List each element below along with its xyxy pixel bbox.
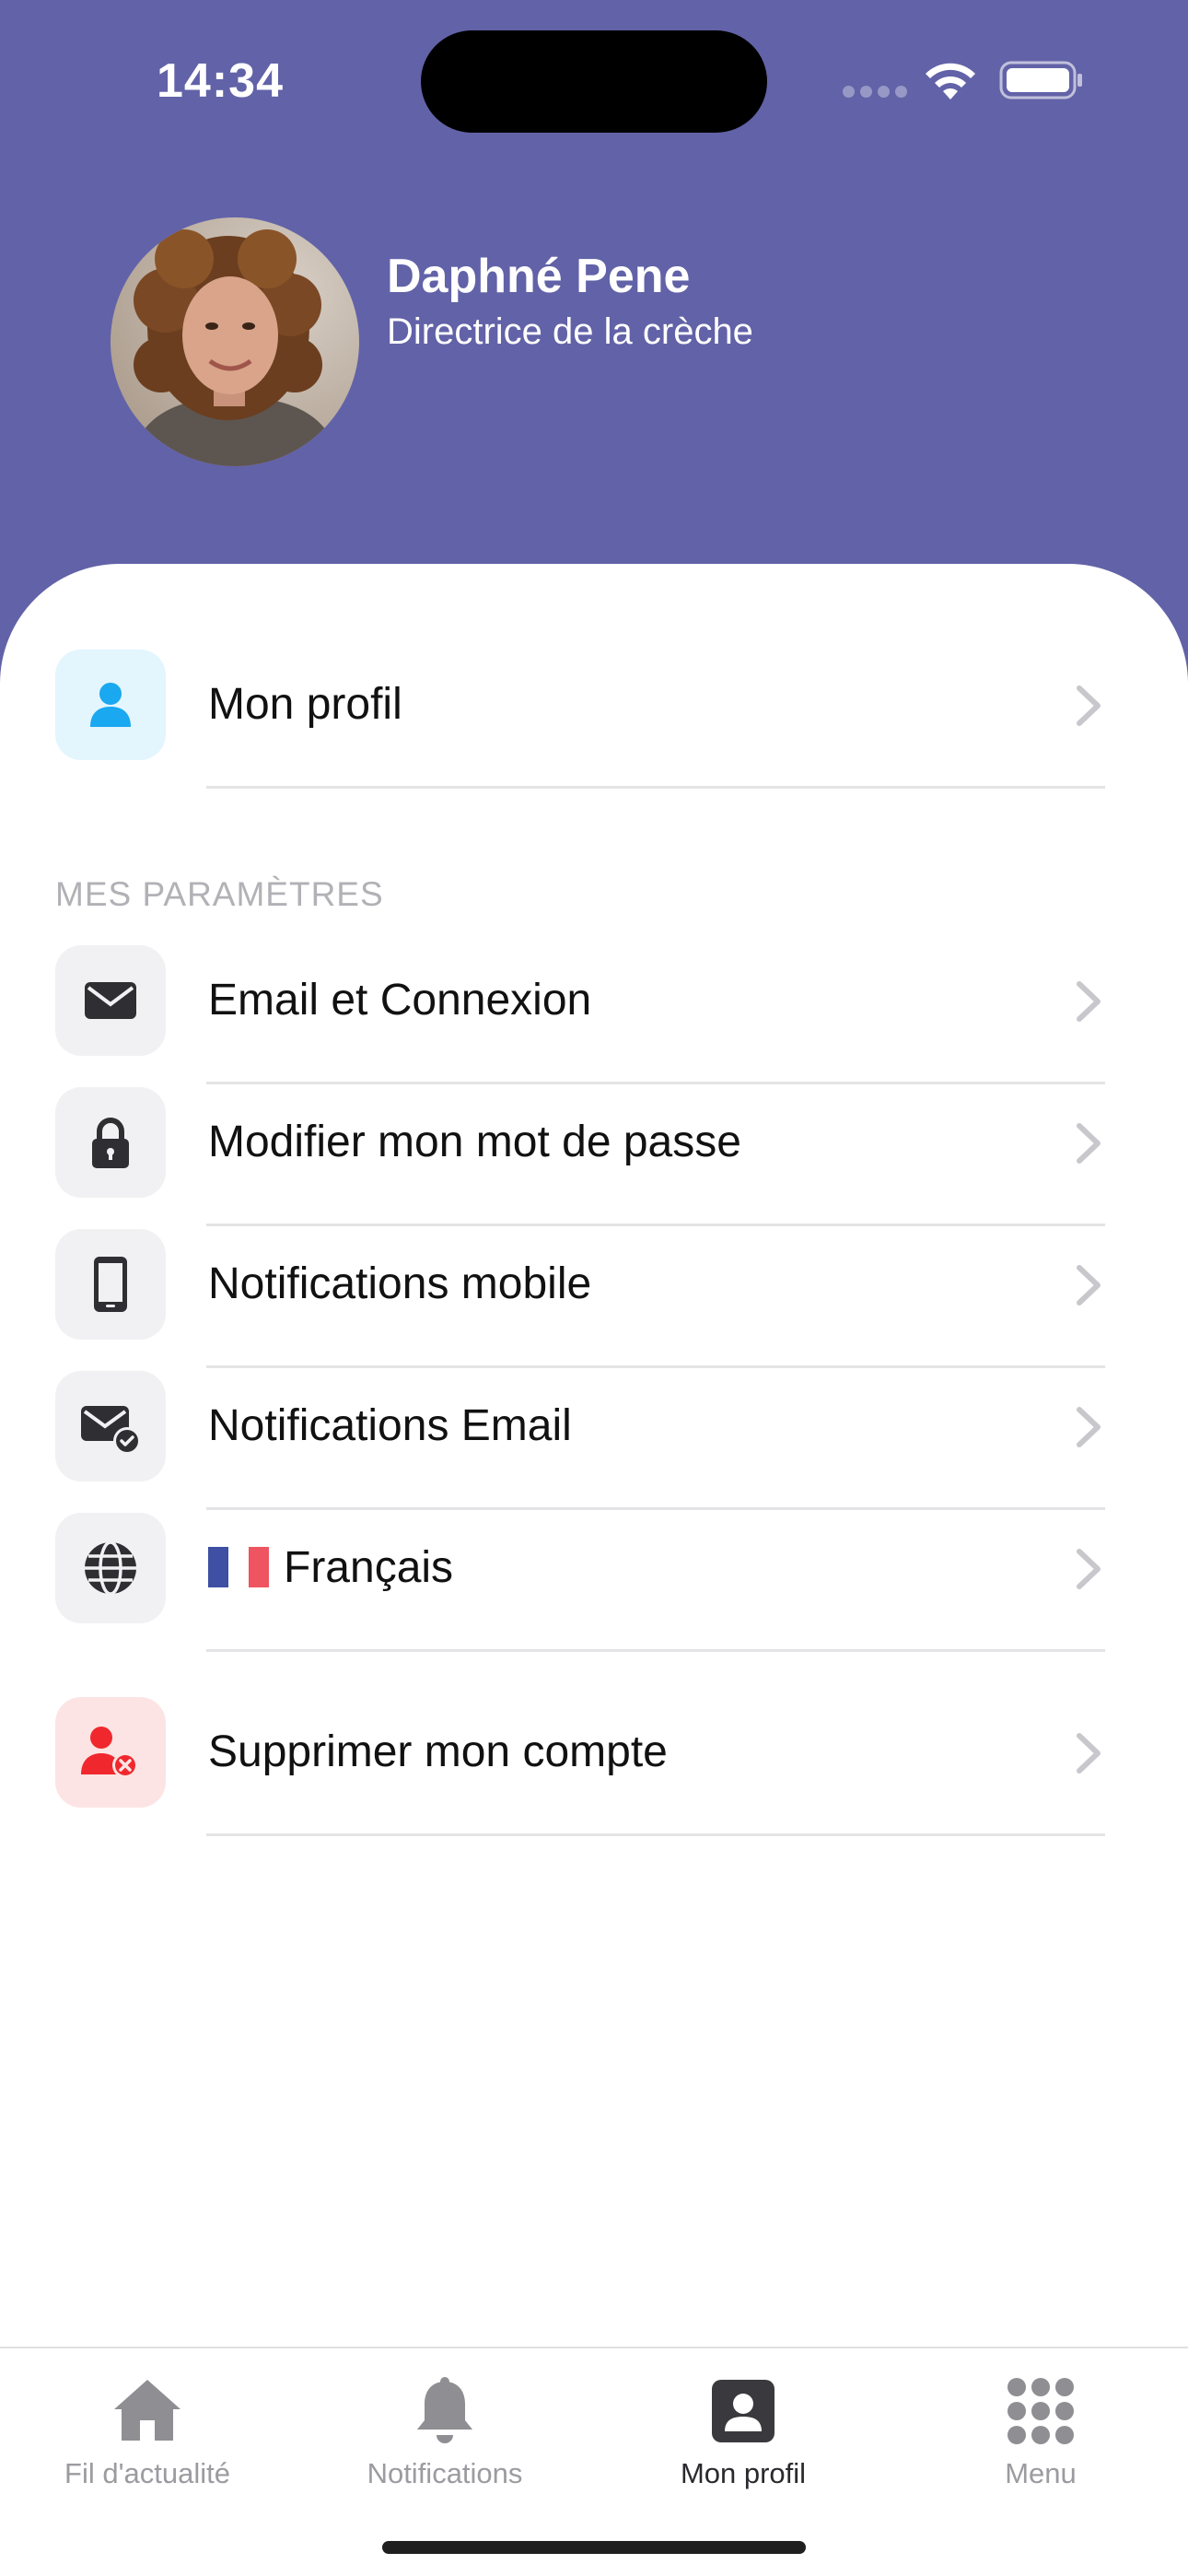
- status-bar: 14:34: [0, 0, 1188, 157]
- user-icon: [90, 683, 131, 727]
- row-divider: [206, 1833, 1105, 1836]
- menu-item-mon-profil[interactable]: Mon profil: [0, 650, 1188, 791]
- envelope-icon: [85, 982, 136, 1019]
- language-label: Français: [284, 1543, 454, 1592]
- chevron-right-icon: [1077, 685, 1101, 726]
- globe-icon: [85, 1540, 136, 1596]
- avatar[interactable]: [111, 217, 359, 466]
- chevron-right-icon: [1077, 1733, 1101, 1774]
- tab-label: Notifications: [367, 2457, 523, 2489]
- tab-notifications[interactable]: Notifications: [297, 2365, 592, 2503]
- phone-icon: [94, 1257, 127, 1312]
- menu-item-label: Notifications mobile: [208, 1259, 592, 1308]
- row-divider: [206, 1224, 1105, 1226]
- chevron-right-icon: [1077, 1123, 1101, 1164]
- menu-item-label: Supprimer mon compte: [208, 1727, 668, 1776]
- home-indicator[interactable]: [382, 2541, 806, 2554]
- row-divider: [206, 786, 1105, 789]
- menu-item-label: Français: [208, 1542, 453, 1593]
- battery-icon: [999, 61, 1082, 100]
- dynamic-island: [421, 30, 767, 133]
- menu-item-label: Mon profil: [208, 680, 402, 729]
- tab-label: Menu: [1005, 2457, 1077, 2489]
- lock-icon-box: [55, 1087, 166, 1198]
- bell-icon: [417, 2377, 472, 2443]
- menu-item-email-connexion[interactable]: Email et Connexion: [0, 945, 1188, 1087]
- status-time: 14:34: [157, 54, 284, 108]
- menu-item-label: Modifier mon mot de passe: [208, 1118, 741, 1166]
- menu-item-label: Email et Connexion: [208, 976, 592, 1025]
- menu-item-langue[interactable]: Français: [0, 1513, 1188, 1655]
- chevron-right-icon: [1077, 1407, 1101, 1447]
- section-title-parametres: MES PARAMÈTRES: [55, 875, 384, 913]
- profile-role: Directrice de la crèche: [387, 311, 753, 352]
- globe-icon-box: [55, 1513, 166, 1623]
- menu-item-label: Notifications Email: [208, 1401, 572, 1450]
- envelope-check-icon: [81, 1406, 141, 1455]
- lock-icon: [92, 1118, 129, 1168]
- user-remove-icon: [81, 1727, 138, 1778]
- home-icon: [114, 2380, 181, 2441]
- user-remove-icon-box: [55, 1697, 166, 1808]
- envelope-icon-box: [55, 945, 166, 1056]
- tab-label: Mon profil: [680, 2457, 807, 2489]
- tab-mon-profil[interactable]: Mon profil: [596, 2365, 891, 2503]
- menu-item-notifications-email[interactable]: Notifications Email: [0, 1371, 1188, 1513]
- menu-item-notifications-mobile[interactable]: Notifications mobile: [0, 1229, 1188, 1371]
- chevron-right-icon: [1077, 1265, 1101, 1306]
- chevron-right-icon: [1077, 1549, 1101, 1589]
- row-divider: [206, 1082, 1105, 1084]
- chevron-right-icon: [1077, 981, 1101, 1022]
- signal-dots-icon: [843, 86, 913, 102]
- wifi-icon: [926, 63, 975, 100]
- tab-menu[interactable]: Menu: [893, 2365, 1188, 2503]
- profile-card-icon: [712, 2380, 775, 2442]
- french-flag-icon: [208, 1547, 269, 1588]
- avatar-photo: [111, 217, 359, 466]
- grid-icon: [1007, 2378, 1074, 2444]
- tab-label: Fil d'actualité: [64, 2457, 230, 2489]
- profile-name: Daphné Pene: [387, 250, 691, 303]
- phone-icon-box: [55, 1229, 166, 1340]
- row-divider: [206, 1507, 1105, 1510]
- menu-item-mot-de-passe[interactable]: Modifier mon mot de passe: [0, 1087, 1188, 1229]
- row-divider: [206, 1649, 1105, 1652]
- tab-fil-actualite[interactable]: Fil d'actualité: [0, 2365, 295, 2503]
- envelope-check-icon-box: [55, 1371, 166, 1481]
- row-divider: [206, 1365, 1105, 1368]
- menu-item-supprimer-compte[interactable]: Supprimer mon compte: [0, 1697, 1188, 1839]
- user-icon-box: [55, 650, 166, 760]
